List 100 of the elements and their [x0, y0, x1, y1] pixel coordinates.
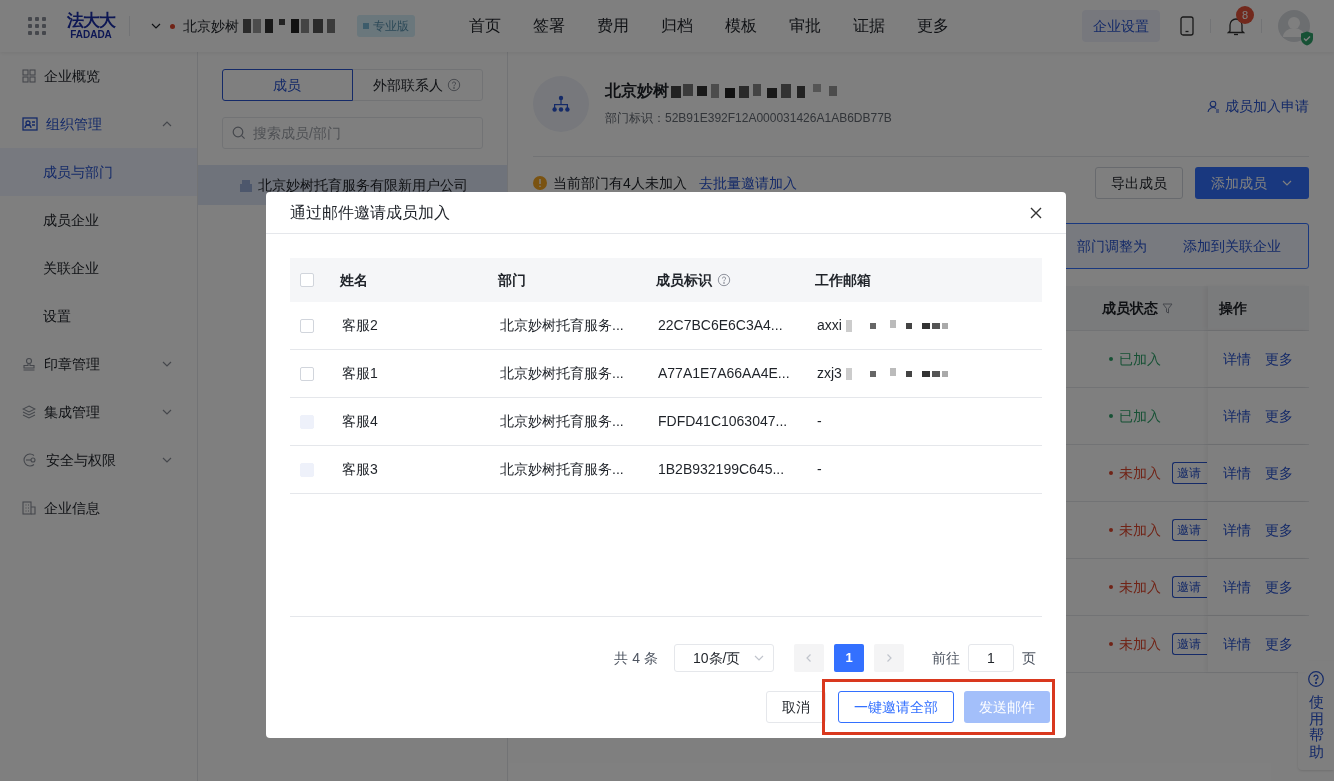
invite-button[interactable]: 邀请 — [1172, 519, 1207, 541]
sidebar-item[interactable]: 成员与部门 — [0, 148, 197, 196]
column-header: 成员标识 — [656, 269, 731, 291]
join-requests-link[interactable]: 成员加入申请 — [1207, 96, 1309, 117]
sidebar-group[interactable]: 组织管理 — [0, 100, 197, 148]
avatar-icon[interactable] — [1278, 10, 1310, 42]
department-name: 北京妙树 — [605, 81, 669, 101]
column-header: 成员状态 — [1102, 297, 1173, 319]
nav-link[interactable]: 模板 — [725, 14, 757, 38]
help-icon — [1307, 670, 1325, 688]
table-cell: 客服2 — [342, 317, 378, 333]
table-cell: 客服3 — [342, 461, 378, 477]
warning-icon — [533, 176, 547, 190]
sidebar-item[interactable]: 成员企业 — [0, 196, 197, 244]
table-cell-text: zxj3 — [817, 364, 842, 383]
nav-link[interactable]: 费用 — [597, 14, 629, 38]
apps-grid-icon[interactable] — [28, 17, 46, 35]
nav-link[interactable]: 首页 — [469, 14, 501, 38]
search-icon — [232, 126, 246, 140]
row-action-link[interactable]: 更多 — [1265, 633, 1293, 655]
id-card-icon — [22, 117, 38, 131]
add-member-button[interactable]: 添加成员 — [1195, 167, 1309, 199]
tab[interactable]: 成员 — [222, 69, 353, 101]
building-icon — [240, 178, 252, 192]
member-status: 已加入 — [1119, 406, 1161, 426]
sidebar-group[interactable]: 印章管理 — [0, 340, 197, 388]
table-cell: A77A1E7A66AA4E... — [658, 365, 790, 381]
checkbox[interactable] — [300, 318, 314, 333]
row-action-link[interactable]: 详情 — [1223, 462, 1251, 484]
close-icon[interactable] — [1030, 206, 1042, 219]
batch-invite-link[interactable]: 去批量邀请加入 — [698, 172, 797, 194]
sidebar-item[interactable]: 企业信息 — [0, 484, 197, 532]
key-icon — [22, 453, 38, 467]
layers-icon — [22, 405, 36, 419]
row-action-link[interactable]: 更多 — [1265, 405, 1293, 427]
sidebar-item[interactable]: 企业概览 — [0, 52, 197, 100]
invite-button[interactable]: 邀请 — [1172, 633, 1207, 655]
row-action-link[interactable]: 详情 — [1223, 405, 1251, 427]
sidebar-group[interactable]: 安全与权限 — [0, 436, 197, 484]
user-icon — [1207, 100, 1220, 113]
company-switcher[interactable]: 北京妙树 — [150, 15, 239, 37]
page-size-select[interactable]: 10条/页 — [674, 644, 774, 672]
stamp-icon — [22, 357, 36, 371]
nav-link[interactable]: 更多 — [917, 14, 949, 38]
table-cell: 北京妙树托育服务... — [500, 461, 624, 477]
table-cell: FDFD41C1063047... — [658, 413, 788, 429]
table-cell-text: - — [817, 412, 822, 431]
table-cell: 客服4 — [342, 413, 378, 429]
chevron-right-icon — [884, 653, 894, 663]
help-widget[interactable]: 使用帮助 — [1298, 661, 1334, 770]
building-icon — [22, 501, 36, 515]
sidebar-group[interactable]: 集成管理 — [0, 388, 197, 436]
table-cell: 1B2B932199C645... — [658, 461, 785, 477]
column-header: 姓名 — [340, 270, 368, 290]
invite-button[interactable]: 邀请 — [1172, 576, 1207, 598]
invite-button[interactable]: 邀请 — [1172, 462, 1207, 484]
sidebar-item[interactable]: 设置 — [0, 292, 197, 340]
enterprise-settings-button[interactable]: 企业设置 — [1082, 10, 1160, 42]
checkbox[interactable] — [300, 366, 314, 381]
goto-suffix: 页 — [1022, 648, 1036, 668]
page-button[interactable]: 1 — [834, 644, 864, 672]
member-status: 未加入 — [1119, 520, 1161, 540]
nav-link[interactable]: 证据 — [853, 14, 885, 38]
chevron-left-icon — [804, 653, 814, 663]
logo-subtitle: FADADA — [70, 30, 112, 40]
row-action-link[interactable]: 详情 — [1223, 576, 1251, 598]
goto-page-field[interactable]: 1 — [968, 644, 1014, 672]
goto-label: 前往 — [932, 648, 960, 668]
member-status: 未加入 — [1119, 577, 1161, 597]
next-page-button[interactable] — [874, 644, 904, 672]
nav-link[interactable]: 审批 — [789, 14, 821, 38]
row-action-link[interactable]: 详情 — [1223, 519, 1251, 541]
member-status: 未加入 — [1119, 634, 1161, 654]
tab[interactable]: 外部联系人 — [351, 69, 483, 101]
row-action-link[interactable]: 更多 — [1265, 576, 1293, 598]
mobile-icon[interactable] — [1180, 16, 1194, 36]
notification-badge: 8 — [1236, 6, 1254, 24]
row-action-link[interactable]: 更多 — [1265, 519, 1293, 541]
prev-page-button[interactable] — [794, 644, 824, 672]
table-cell: 22C7BC6E6C3A4... — [658, 317, 783, 333]
row-action-link[interactable]: 详情 — [1223, 348, 1251, 370]
sidebar-item[interactable]: 关联企业 — [0, 244, 197, 292]
column-header: 工作邮箱 — [815, 270, 871, 290]
logo-wordmark: 法大大 — [67, 12, 115, 29]
column-header: 部门 — [498, 270, 526, 290]
batch-action-link[interactable]: 部门调整为 — [1077, 235, 1147, 257]
checkbox[interactable] — [300, 273, 314, 287]
table-cell: 北京妙树托育服务... — [500, 413, 624, 429]
dialog-button[interactable]: 取消 — [766, 691, 826, 723]
table-cell: 北京妙树托育服务... — [500, 365, 624, 381]
nav-link[interactable]: 签署 — [533, 14, 565, 38]
row-action-link[interactable]: 更多 — [1265, 348, 1293, 370]
table-cell-text: axxi — [817, 316, 842, 335]
nav-link[interactable]: 归档 — [661, 14, 693, 38]
row-action-link[interactable]: 更多 — [1265, 462, 1293, 484]
export-members-button[interactable]: 导出成员 — [1095, 167, 1183, 199]
row-action-link[interactable]: 详情 — [1223, 633, 1251, 655]
batch-action-link[interactable]: 添加到关联企业 — [1183, 235, 1281, 257]
column-header: 操作 — [1219, 298, 1247, 318]
filter-icon[interactable] — [1162, 302, 1173, 314]
